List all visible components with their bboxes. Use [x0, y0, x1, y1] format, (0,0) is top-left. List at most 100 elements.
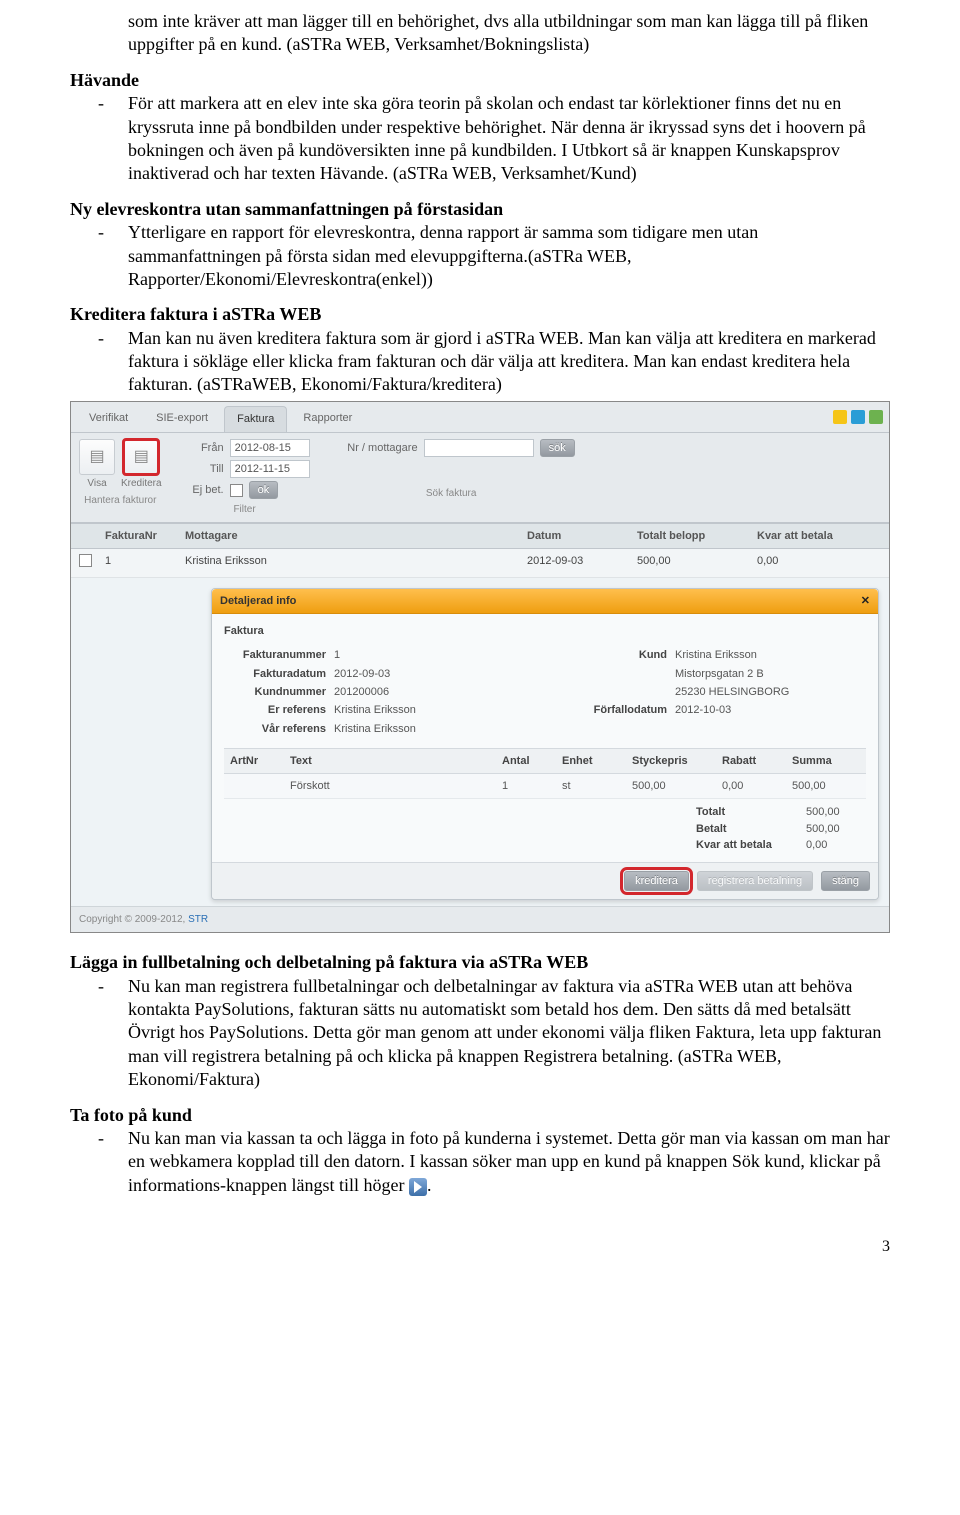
- status-icon[interactable]: [869, 410, 883, 424]
- heading-elevreskontra: Ny elevreskontra utan sammanfattningen p…: [70, 198, 890, 221]
- col-datum[interactable]: Datum: [519, 524, 629, 548]
- list-item: Nu kan man via kassan ta och lägga in fo…: [128, 1127, 890, 1197]
- lbl-fakturadatum: Fakturadatum: [224, 667, 334, 681]
- col-summa: Summa: [786, 749, 866, 773]
- col-styckepris: Styckepris: [626, 749, 716, 773]
- foto-text: Nu kan man via kassan ta och lägga in fo…: [128, 1128, 890, 1195]
- section-faktura: Faktura: [224, 624, 866, 638]
- app-screenshot: Verifikat SIE-export Faktura Rapporter ▤…: [70, 401, 890, 933]
- till-input[interactable]: [230, 460, 310, 478]
- col-text: Text: [284, 749, 496, 773]
- from-label: Från: [180, 441, 224, 455]
- orphan-paragraph: som inte kräver att man lägger till en b…: [128, 10, 890, 57]
- lbl-kundnummer: Kundnummer: [224, 685, 334, 699]
- cell-text: Förskott: [284, 774, 496, 798]
- heading-kreditera: Kreditera faktura i aSTRa WEB: [70, 303, 890, 326]
- val-addr2: 25230 HELSINGBORG: [675, 685, 789, 699]
- visa-label: Visa: [87, 477, 106, 490]
- val-kundnummer: 201200006: [334, 685, 389, 699]
- tab-sie-export[interactable]: SIE-export: [144, 406, 220, 431]
- lbl-erreferens: Er referens: [224, 703, 334, 717]
- cell-nr: 1: [97, 549, 177, 576]
- toolbar-group-sok: Nr / mottagare sök Sök faktura: [328, 439, 575, 500]
- table-row[interactable]: 1 Kristina Eriksson 2012-09-03 500,00 0,…: [71, 549, 889, 577]
- detail-panel: Detaljerad info ✕ Faktura Fakturanummer1…: [211, 588, 879, 901]
- tab-verifikat[interactable]: Verifikat: [77, 406, 140, 431]
- close-icon[interactable]: ✕: [861, 594, 870, 608]
- detail-title: Detaljerad info: [220, 594, 296, 608]
- till-label: Till: [180, 462, 224, 476]
- copyright: Copyright © 2009-2012, STR: [71, 906, 889, 932]
- kreditera-button[interactable]: kreditera: [624, 871, 689, 891]
- ejbet-label: Ej bet.: [180, 483, 224, 497]
- col-antal: Antal: [496, 749, 556, 773]
- lbl-kvar: Kvar att betala: [696, 838, 806, 852]
- list-item: Man kan nu även kreditera faktura som är…: [128, 327, 890, 397]
- nrmot-label: Nr / mottagare: [328, 441, 418, 455]
- val-betalt: 500,00: [806, 822, 866, 836]
- col-totalt[interactable]: Totalt belopp: [629, 524, 749, 548]
- col-artnr: ArtNr: [224, 749, 284, 773]
- info-icon[interactable]: [851, 410, 865, 424]
- val-addr1: Mistorpsgatan 2 B: [675, 667, 764, 681]
- from-input[interactable]: [230, 439, 310, 457]
- heading-havande: Hävande: [70, 69, 890, 92]
- table-header: FakturaNr Mottagare Datum Totalt belopp …: [71, 523, 889, 549]
- copyright-link[interactable]: STR: [188, 914, 208, 925]
- kreditera-icon[interactable]: ▤: [123, 439, 159, 475]
- detail-footer: kreditera registrera betalning stäng: [212, 862, 878, 899]
- cell-summa: 500,00: [786, 774, 866, 798]
- lbl-varreferens: Vår referens: [224, 722, 334, 736]
- col-rabatt: Rabatt: [716, 749, 786, 773]
- info-left: Fakturanummer1 Fakturadatum2012-09-03 Ku…: [224, 646, 525, 737]
- header-status-icons: [833, 410, 883, 428]
- toolbar: ▤ Visa ▤ Kreditera Hantera fakturor Från…: [71, 433, 889, 523]
- col-mottagare[interactable]: Mottagare: [177, 524, 519, 548]
- sok-button[interactable]: sök: [540, 439, 575, 457]
- col-enhet: Enhet: [556, 749, 626, 773]
- row-checkbox[interactable]: [79, 554, 92, 567]
- kreditera-label: Kreditera: [121, 477, 162, 490]
- info-right: KundKristina Eriksson Mistorpsgatan 2 B …: [565, 646, 866, 737]
- detail-header: Detaljerad info ✕: [212, 589, 878, 614]
- tab-faktura[interactable]: Faktura: [224, 406, 287, 432]
- col-kvar[interactable]: Kvar att betala: [749, 524, 889, 548]
- ok-button[interactable]: ok: [249, 481, 279, 499]
- cell-totalt: 500,00: [629, 549, 749, 576]
- cell-kvar: 0,00: [749, 549, 889, 576]
- page-number: 3: [70, 1237, 890, 1258]
- cell-datum: 2012-09-03: [519, 549, 629, 576]
- group-label-filter: Filter: [233, 503, 255, 516]
- val-kvar: 0,00: [806, 838, 866, 852]
- cell-rabatt: 0,00: [716, 774, 786, 798]
- info-play-icon: [409, 1178, 427, 1196]
- cell-styckepris: 500,00: [626, 774, 716, 798]
- nrmot-input[interactable]: [424, 439, 534, 457]
- totals: Totalt500,00 Betalt500,00 Kvar att betal…: [224, 805, 866, 852]
- group-label-sok: Sök faktura: [426, 487, 477, 500]
- tab-rapporter[interactable]: Rapporter: [291, 406, 364, 431]
- visa-icon[interactable]: ▤: [79, 439, 115, 475]
- val-erreferens: Kristina Eriksson: [334, 703, 416, 717]
- cell-enhet: st: [556, 774, 626, 798]
- heading-fullbetalning: Lägga in fullbetalning och delbetalning …: [70, 951, 890, 974]
- lbl-totalt: Totalt: [696, 805, 806, 819]
- lbl-fakturanummer: Fakturanummer: [224, 648, 334, 662]
- lbl-forfallodatum: Förfallodatum: [565, 703, 675, 717]
- val-fakturadatum: 2012-09-03: [334, 667, 390, 681]
- heading-foto: Ta foto på kund: [70, 1104, 890, 1127]
- stang-button[interactable]: stäng: [821, 871, 870, 891]
- tab-bar: Verifikat SIE-export Faktura Rapporter: [71, 402, 889, 433]
- col-fakturanr[interactable]: FakturaNr: [97, 524, 177, 548]
- lbl-betalt: Betalt: [696, 822, 806, 836]
- ejbet-checkbox[interactable]: [230, 484, 243, 497]
- toolbar-group-hantera: ▤ Visa ▤ Kreditera Hantera fakturor: [79, 439, 162, 507]
- val-kund: Kristina Eriksson: [675, 648, 757, 662]
- list-item: För att markera att en elev inte ska gör…: [128, 92, 890, 186]
- list-item: Ytterligare en rapport för elevreskontra…: [128, 221, 890, 291]
- val-totalt: 500,00: [806, 805, 866, 819]
- warning-icon[interactable]: [833, 410, 847, 424]
- registrera-betalning-button[interactable]: registrera betalning: [697, 871, 813, 891]
- copyright-text: Copyright © 2009-2012,: [79, 914, 188, 925]
- list-item: Nu kan man registrera fullbetalningar oc…: [128, 975, 890, 1092]
